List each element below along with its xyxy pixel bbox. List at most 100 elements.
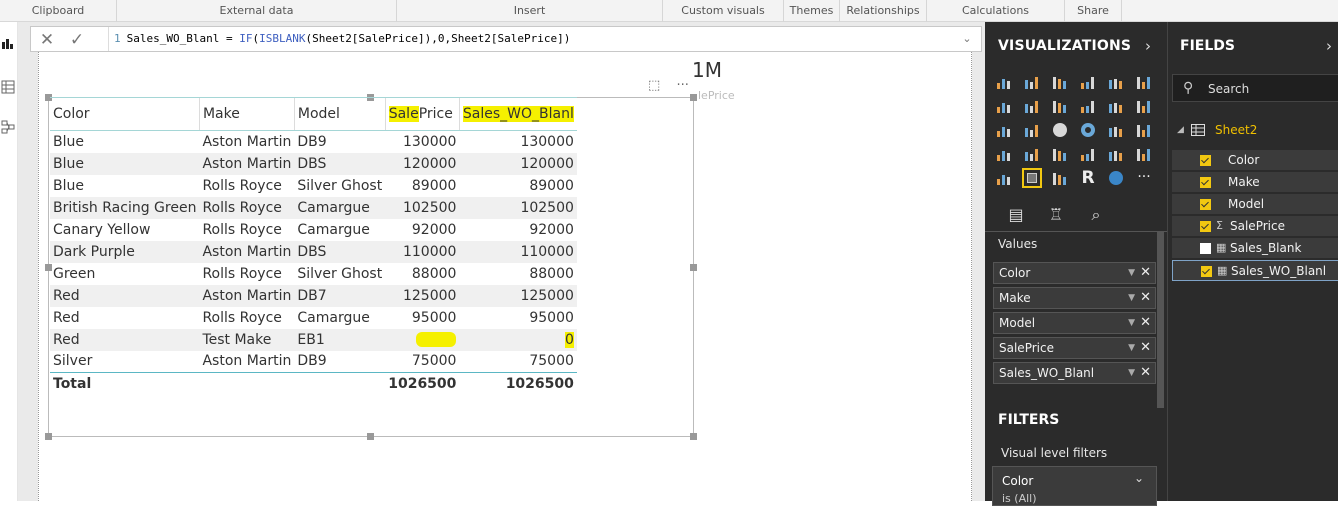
field-item-make[interactable]: Make [1172,172,1338,193]
stacked-column-icon[interactable] [1022,72,1042,92]
column-header-make[interactable]: Make [198,97,295,131]
map-icon[interactable] [1134,120,1154,140]
more-visuals-icon[interactable]: ··· [1134,168,1154,188]
well-dropdown-icon[interactable]: ▼ [1128,338,1135,358]
filter-expand-chevron-icon[interactable]: ⌄ [1134,471,1144,485]
well-dropdown-icon[interactable]: ▼ [1128,263,1135,283]
matrix-icon[interactable] [1050,168,1070,188]
funnel-icon[interactable] [1022,144,1042,164]
waterfall-icon[interactable] [994,120,1014,140]
stacked-bar-icon[interactable] [994,72,1014,92]
well-dropdown-icon[interactable]: ▼ [1128,288,1135,308]
pie-chart-icon[interactable] [1050,120,1070,140]
value-well-model[interactable]: Model ▼ ✕ [993,312,1156,334]
field-checkbox[interactable] [1200,155,1211,166]
remove-field-icon[interactable]: ✕ [1140,263,1151,283]
more-options-icon[interactable]: ··· [676,78,688,93]
resize-handle-bottom-left[interactable] [45,433,52,440]
r-script-icon[interactable]: R [1078,168,1098,188]
cell-text: 130000 [520,133,574,150]
field-item-model[interactable]: Model [1172,194,1338,215]
filled-map-icon[interactable] [994,144,1014,164]
column-header-model[interactable]: Model [293,97,386,131]
formula-input[interactable]: 1 Sales_WO_Blanl = IF(ISBLANK(Sheet2[Sale… [108,27,973,51]
line-chart-icon[interactable] [994,96,1014,116]
value-well-make[interactable]: Make ▼ ✕ [993,287,1156,309]
column-header-sales-wo-blanl[interactable]: Sales_WO_Blanl [458,97,577,131]
donut-chart-icon[interactable] [1078,120,1098,140]
kpi-icon[interactable] [1134,144,1154,164]
column-header-color[interactable]: Color [50,97,200,131]
value-well-sales-wo-blanl[interactable]: Sales_WO_Blanl ▼ ✕ [993,362,1156,384]
value-well-saleprice[interactable]: SalePrice ▼ ✕ [993,337,1156,359]
remove-field-icon[interactable]: ✕ [1140,363,1151,383]
fields-tab-icon[interactable]: ▤ [1003,202,1029,228]
clustered-bar-icon[interactable] [1050,72,1070,92]
100-percent-column-icon[interactable] [1134,72,1154,92]
ribbon-group-external-data: External data [117,0,397,22]
remove-field-icon[interactable]: ✕ [1140,288,1151,308]
total-cell: 1026500 [459,372,577,395]
scatter-icon[interactable] [1022,120,1042,140]
field-checkbox[interactable] [1200,177,1211,188]
cancel-formula-icon[interactable]: ✕ [37,30,57,50]
field-checkbox[interactable] [1201,266,1212,277]
expand-table-triangle-icon[interactable]: ◢ [1177,125,1184,135]
field-item-saleprice[interactable]: Σ SalePrice [1172,216,1338,237]
cell-text: Blue [53,155,84,172]
collapse-fields-icon[interactable]: › [1326,37,1332,55]
remove-field-icon[interactable]: ✕ [1140,338,1151,358]
card-visual-value: 1M [692,58,722,82]
ribbon-chart-icon[interactable] [1134,96,1154,116]
stacked-area-icon[interactable] [1050,96,1070,116]
gauge-icon[interactable] [1050,144,1070,164]
slicer-icon[interactable] [994,168,1014,188]
100-percent-bar-icon[interactable] [1106,72,1126,92]
resize-handle-top-right[interactable] [690,94,697,101]
cell-text: DBS [297,155,327,172]
table-visual-icon[interactable] [1022,168,1042,188]
total-cell [294,372,386,395]
cell-text: 125000 [402,287,457,304]
column-header-saleprice[interactable]: SalePrice [384,97,460,131]
field-checkbox[interactable] [1200,221,1211,232]
resize-handle-right[interactable] [690,264,697,271]
value-well-color[interactable]: Color ▼ ✕ [993,262,1156,284]
field-item-color[interactable]: Color [1172,150,1338,171]
well-dropdown-icon[interactable]: ▼ [1128,313,1135,333]
card-icon[interactable] [1078,144,1098,164]
cell-text: Rolls Royce [202,199,282,216]
focus-mode-icon[interactable]: ⬚ [648,78,660,93]
treemap-icon[interactable] [1106,120,1126,140]
field-item-sales-wo-blanl[interactable]: ▦ Sales_WO_Blanl [1172,260,1338,281]
pane-scrollbar[interactable] [1157,232,1164,408]
filter-card-color[interactable]: Color is (All) ⌄ [992,466,1157,506]
cell-text: Rolls Royce [202,221,282,238]
resize-handle-bottom[interactable] [367,433,374,440]
line-column-icon[interactable] [1078,96,1098,116]
fields-search-input[interactable]: ⚲ Search [1172,74,1338,102]
format-paint-roller-icon[interactable]: ♖ [1043,202,1069,228]
ribbon-group-relationships: Relationships [840,0,927,22]
formula-if-function: IF [239,32,253,45]
field-item-sales-blank[interactable]: ▦ Sales_Blank [1172,238,1338,259]
field-checkbox[interactable] [1200,199,1211,210]
analytics-magnifier-icon[interactable]: ⌕ [1083,202,1109,228]
report-view-icon[interactable] [1,36,15,50]
commit-formula-icon[interactable]: ✓ [67,30,87,50]
globe-icon[interactable] [1106,168,1126,188]
remove-field-icon[interactable]: ✕ [1140,313,1151,333]
line-clustered-column-icon[interactable] [1106,96,1126,116]
resize-handle-bottom-right[interactable] [690,433,697,440]
field-table-sheet2[interactable]: ◢ Sheet2 [1168,120,1338,142]
area-chart-icon[interactable] [1022,96,1042,116]
data-view-icon[interactable] [1,80,15,94]
relationships-view-icon[interactable] [1,120,15,134]
cell-text: Rolls Royce [202,265,282,282]
clustered-column-icon[interactable] [1078,72,1098,92]
collapse-visualizations-icon[interactable]: › [1145,37,1151,55]
multi-row-card-icon[interactable] [1106,144,1126,164]
well-dropdown-icon[interactable]: ▼ [1128,363,1135,383]
expand-formula-icon[interactable]: ⌄ [957,28,977,50]
field-checkbox[interactable] [1200,243,1211,254]
